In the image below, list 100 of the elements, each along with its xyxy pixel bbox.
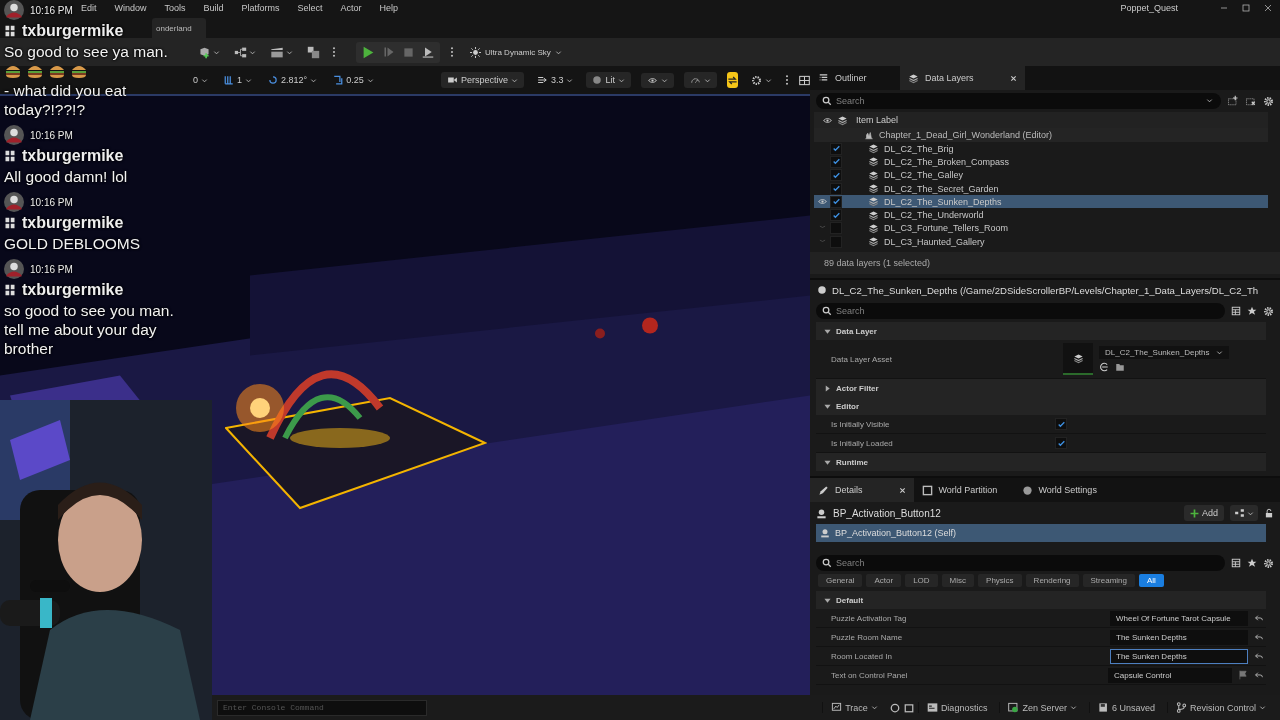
caret-icon[interactable] bbox=[765, 76, 772, 84]
expanded-arrow-icon[interactable] bbox=[824, 458, 831, 466]
text-field[interactable]: The Sunken Depths bbox=[1110, 648, 1248, 664]
remove-layer-icon[interactable] bbox=[1245, 95, 1257, 107]
add-component-button[interactable]: Add bbox=[1184, 505, 1224, 521]
menu-item[interactable]: Select bbox=[288, 3, 332, 13]
tree-row[interactable]: DL_C3_Haunted_Gallery bbox=[814, 235, 1268, 249]
search-field[interactable]: Search bbox=[816, 555, 1225, 571]
star-icon[interactable] bbox=[1247, 558, 1257, 568]
close-icon[interactable] bbox=[1264, 4, 1272, 12]
caret-icon[interactable] bbox=[201, 76, 208, 84]
screenshot-icon[interactable] bbox=[903, 702, 914, 713]
menu-item[interactable]: Actor bbox=[331, 3, 371, 13]
status-button[interactable]: Zen Server bbox=[999, 702, 1085, 713]
view-mode-dropdown[interactable]: Lit bbox=[586, 72, 631, 88]
caret-icon[interactable] bbox=[618, 76, 625, 84]
panel-tab[interactable]: World Partition bbox=[913, 478, 1014, 502]
panel-tab[interactable]: Outliner bbox=[810, 66, 900, 90]
caret-icon[interactable] bbox=[366, 76, 374, 84]
search-field[interactable]: Search bbox=[816, 303, 1225, 319]
checkbox[interactable] bbox=[830, 169, 842, 182]
tree-row[interactable]: DL_C2_The_Sunken_Depths bbox=[814, 195, 1268, 209]
settings-icon[interactable] bbox=[1263, 305, 1274, 317]
eject-icon[interactable] bbox=[422, 46, 434, 58]
star-icon[interactable] bbox=[1247, 306, 1257, 316]
caret-icon[interactable] bbox=[245, 76, 253, 84]
close-icon[interactable] bbox=[898, 486, 906, 494]
search-field[interactable]: Search bbox=[816, 93, 1221, 109]
status-button[interactable]: 6 Unsaved bbox=[1088, 702, 1163, 713]
checkbox[interactable] bbox=[830, 142, 842, 155]
filter-tab[interactable]: Rendering bbox=[1025, 574, 1079, 587]
show-dropdown[interactable] bbox=[641, 72, 674, 88]
column-header[interactable]: Item Label bbox=[852, 115, 899, 125]
status-button[interactable]: Diagnostics bbox=[917, 702, 996, 713]
caret-icon[interactable] bbox=[1206, 97, 1213, 104]
asset-thumbnail[interactable] bbox=[1063, 343, 1093, 375]
section-header[interactable]: Data Layer bbox=[816, 322, 1266, 340]
caret-icon[interactable] bbox=[286, 48, 293, 56]
caret-icon[interactable] bbox=[249, 48, 256, 56]
flag-icon[interactable] bbox=[1238, 670, 1248, 680]
checkbox[interactable] bbox=[1055, 437, 1067, 449]
checkbox[interactable] bbox=[1055, 418, 1067, 430]
more-icon[interactable] bbox=[785, 74, 789, 86]
menu-item[interactable]: Build bbox=[194, 3, 233, 13]
username[interactable]: txburgermike bbox=[22, 22, 124, 40]
reset-arrow-icon[interactable] bbox=[1254, 613, 1264, 623]
browse-icon[interactable] bbox=[1099, 362, 1109, 372]
filter-tab[interactable]: General bbox=[818, 574, 863, 587]
level-tab[interactable]: onderland bbox=[152, 18, 206, 38]
status-button[interactable]: Trace bbox=[822, 702, 886, 713]
more-icon[interactable] bbox=[332, 46, 336, 58]
lock-icon[interactable] bbox=[1264, 508, 1274, 518]
reset-arrow-icon[interactable] bbox=[1254, 670, 1264, 680]
hierarchy-button[interactable] bbox=[1230, 505, 1258, 521]
expanded-arrow-icon[interactable] bbox=[824, 596, 831, 604]
realtime-toggle[interactable] bbox=[727, 72, 738, 88]
tree-row[interactable]: DL_C2_The_Underworld bbox=[814, 208, 1268, 222]
folder-icon[interactable] bbox=[1115, 362, 1125, 372]
stop-icon[interactable] bbox=[403, 46, 414, 58]
table-icon[interactable] bbox=[1231, 306, 1241, 316]
caret-icon[interactable] bbox=[661, 76, 668, 84]
sky-dropdown[interactable]: Ultra Dynamic Sky bbox=[464, 45, 568, 59]
expanded-arrow-icon[interactable] bbox=[824, 402, 831, 410]
section-header[interactable]: Editor bbox=[816, 397, 1266, 415]
reset-arrow-icon[interactable] bbox=[1254, 632, 1264, 642]
caret-icon[interactable] bbox=[310, 76, 318, 84]
camera-speed-dropdown[interactable]: 3.3 bbox=[533, 73, 577, 87]
filter-tab[interactable]: Misc bbox=[941, 574, 975, 587]
grid-snap-dropdown[interactable]: 1 bbox=[221, 73, 256, 87]
menu-item[interactable]: Tools bbox=[155, 3, 195, 13]
caret-icon[interactable] bbox=[510, 76, 518, 84]
filter-tab[interactable]: LOD bbox=[905, 574, 938, 587]
tree-row[interactable]: DL_C2_The_Brig bbox=[814, 142, 1268, 156]
checkbox[interactable] bbox=[830, 182, 842, 195]
rotation-snap-dropdown[interactable]: 2.812° bbox=[265, 73, 321, 87]
section-header[interactable]: Actor Filter bbox=[816, 379, 1266, 397]
settings-icon[interactable] bbox=[1263, 557, 1274, 569]
close-icon[interactable] bbox=[1009, 74, 1017, 82]
performance-dropdown[interactable] bbox=[684, 72, 717, 88]
tree-row[interactable]: DL_C2_The_Broken_Compass bbox=[814, 155, 1268, 169]
maximize-icon[interactable] bbox=[1242, 4, 1250, 12]
component-row[interactable]: BP_Activation_Button12 (Self) bbox=[816, 524, 1266, 542]
table-icon[interactable] bbox=[1231, 558, 1241, 568]
menu-item[interactable]: Edit bbox=[72, 3, 106, 13]
add-layer-icon[interactable] bbox=[1227, 95, 1239, 107]
menu-item[interactable]: Help bbox=[370, 3, 408, 13]
caret-icon[interactable] bbox=[1215, 349, 1223, 356]
filter-tab[interactable]: Actor bbox=[866, 574, 902, 587]
text-field[interactable]: Wheel Of Fortune Tarot Capsule bbox=[1110, 610, 1248, 626]
caret-icon[interactable] bbox=[1069, 704, 1077, 711]
menu-item[interactable]: Window bbox=[105, 3, 156, 13]
layout-icon[interactable] bbox=[799, 74, 810, 86]
section-header[interactable]: Runtime bbox=[816, 453, 1266, 471]
checkbox[interactable] bbox=[830, 195, 842, 208]
panel-tab[interactable]: World Settings bbox=[1013, 478, 1114, 502]
section-header[interactable]: Default bbox=[816, 591, 1266, 609]
collapsed-arrow-icon[interactable] bbox=[824, 384, 831, 392]
filter-tab[interactable]: Streaming bbox=[1082, 574, 1135, 587]
caret-icon[interactable] bbox=[213, 48, 220, 56]
reset-arrow-icon[interactable] bbox=[1254, 651, 1264, 661]
